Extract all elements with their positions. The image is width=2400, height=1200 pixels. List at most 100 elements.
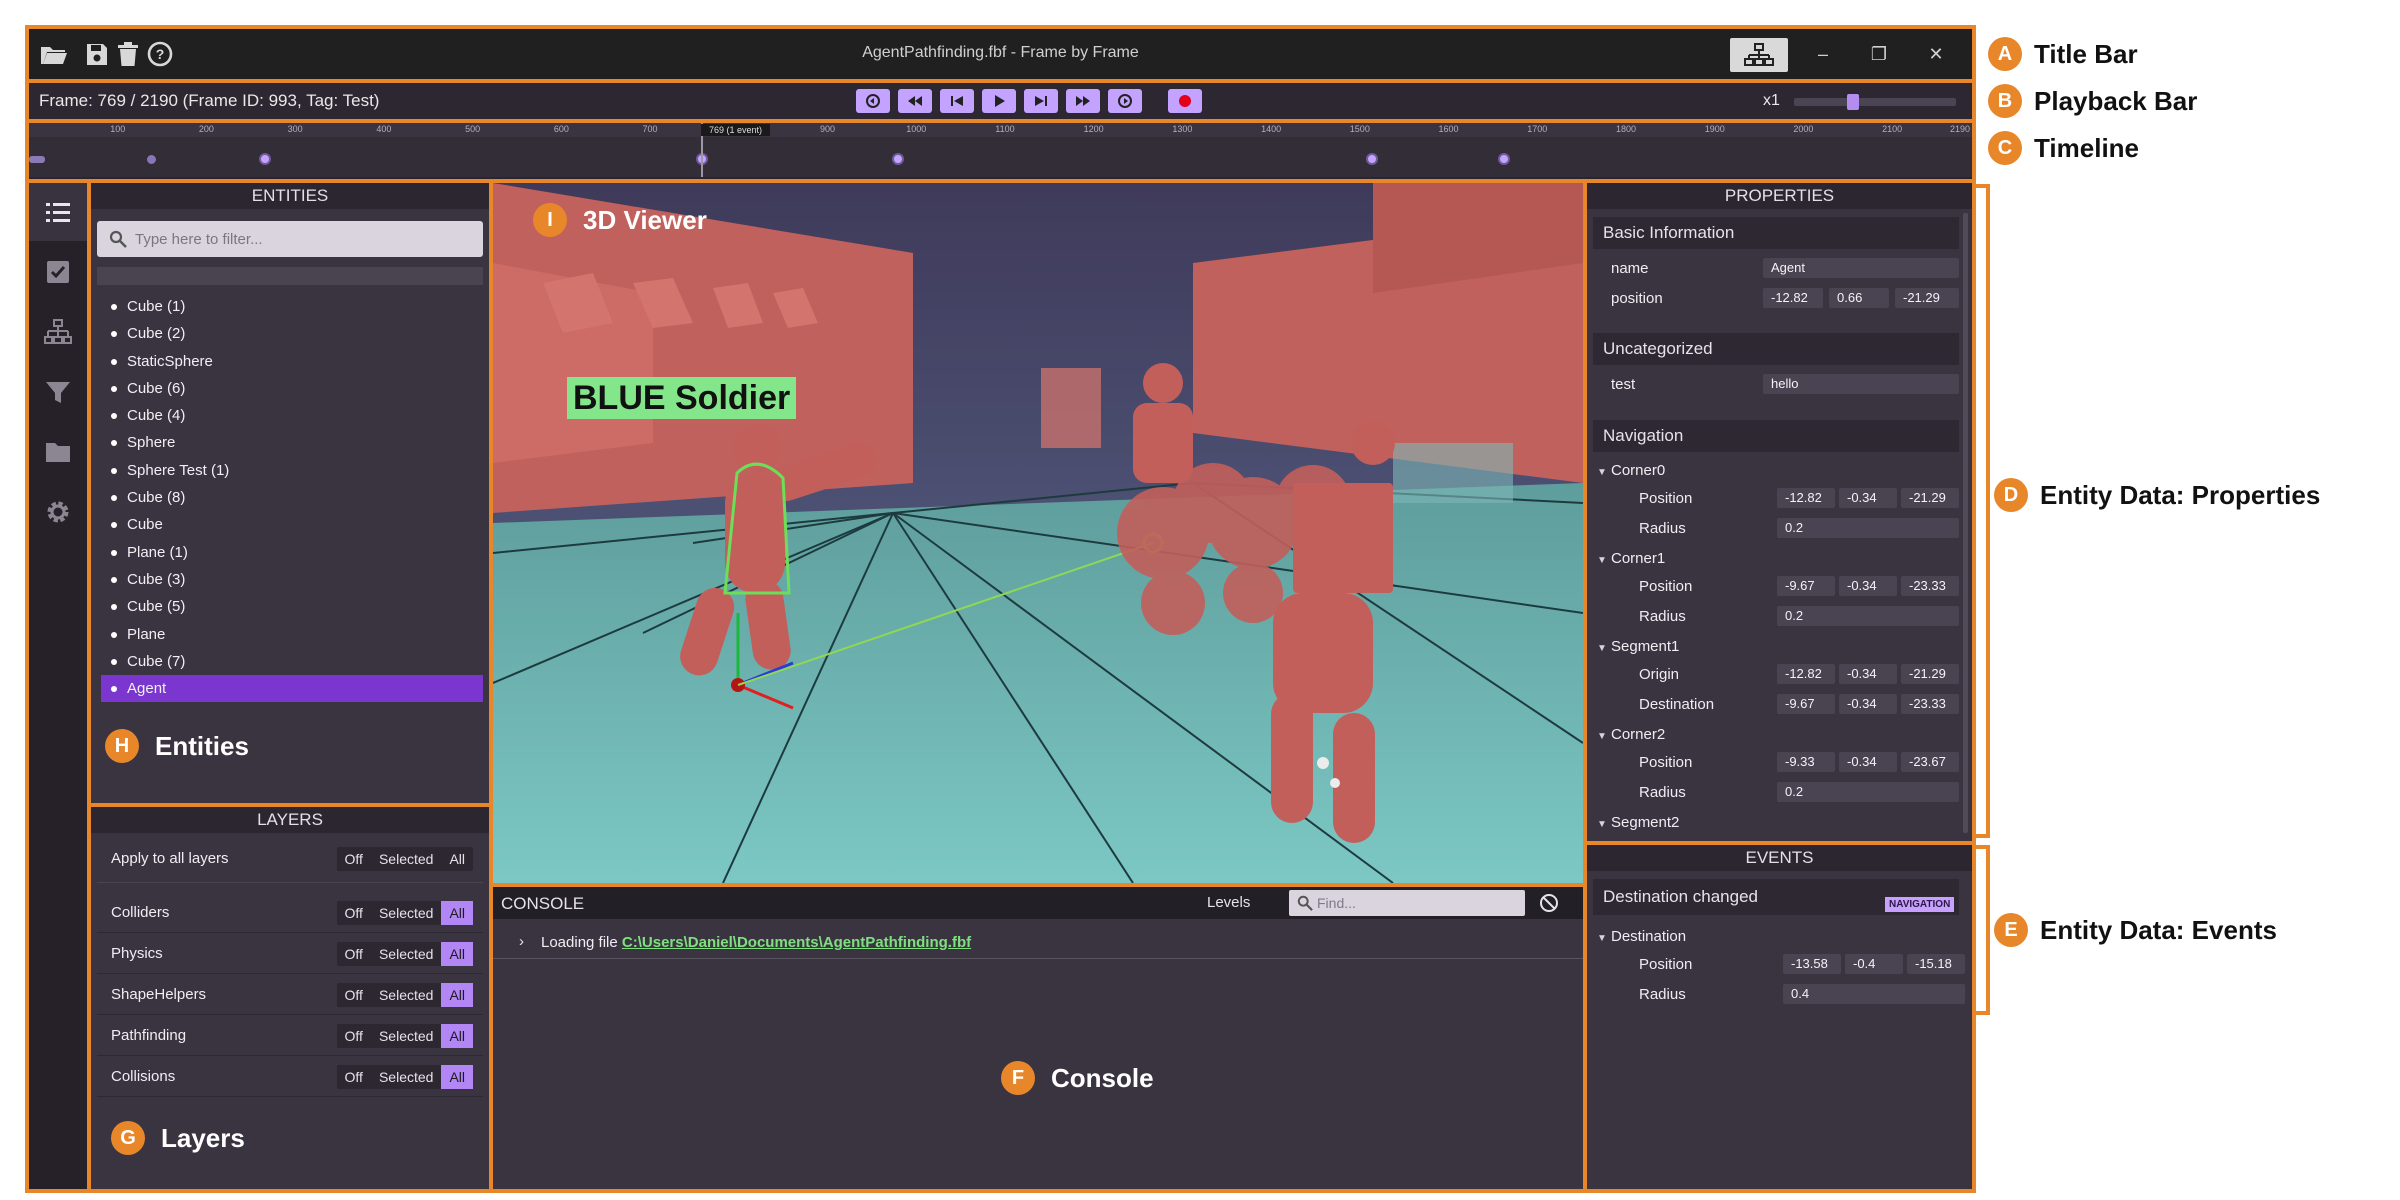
- off-option[interactable]: Off: [337, 847, 371, 871]
- console-line[interactable]: › Loading file C:\Users\Daniel\Documents…: [493, 927, 1583, 959]
- entity-list-item[interactable]: Agent: [101, 675, 483, 703]
- prop-value-z[interactable]: -21.29: [1901, 488, 1959, 508]
- prop-value-x[interactable]: -9.67: [1777, 576, 1835, 596]
- prop-value-z[interactable]: -21.29: [1901, 664, 1959, 684]
- entity-list-item[interactable]: Cube (3): [101, 566, 483, 593]
- section-basic-info[interactable]: Basic Information: [1593, 217, 1959, 249]
- entity-list-item[interactable]: Cube (4): [101, 402, 483, 429]
- hierarchy-icon[interactable]: [29, 303, 87, 361]
- 3d-viewer[interactable]: BLUE Soldier I 3D Viewer: [493, 183, 1583, 883]
- all-option[interactable]: All: [441, 847, 473, 871]
- selected-option[interactable]: Selected: [371, 901, 441, 925]
- entity-list-item[interactable]: Cube (1): [101, 293, 483, 320]
- prop-value[interactable]: 0.2: [1777, 782, 1959, 802]
- next-event-icon[interactable]: [1108, 89, 1142, 113]
- tree-node-corner0[interactable]: ▼ Corner0: [1593, 457, 1665, 485]
- prop-value-z[interactable]: -21.29: [1895, 288, 1959, 308]
- tree-node-segment1[interactable]: ▼ Segment1: [1593, 633, 1679, 661]
- all-option[interactable]: All: [441, 1024, 473, 1048]
- prop-value-x[interactable]: -12.82: [1777, 664, 1835, 684]
- section-uncategorized[interactable]: Uncategorized: [1593, 333, 1959, 365]
- prop-value-y[interactable]: -0.34: [1839, 694, 1897, 714]
- entity-list-item[interactable]: Sphere: [101, 429, 483, 456]
- restore-icon[interactable]: ❐: [1867, 42, 1891, 66]
- off-option[interactable]: Off: [337, 1024, 371, 1048]
- 3d-scene[interactable]: [493, 183, 1583, 883]
- prop-value-z[interactable]: -23.33: [1901, 576, 1959, 596]
- tree-node-corner1[interactable]: ▼ Corner1: [1593, 545, 1665, 573]
- timeline-event-marker[interactable]: [259, 153, 271, 165]
- folder-icon[interactable]: [29, 423, 87, 481]
- settings-icon[interactable]: [29, 483, 87, 541]
- step-forward-icon[interactable]: [1024, 89, 1058, 113]
- prop-value-y[interactable]: -0.34: [1839, 576, 1897, 596]
- prop-value[interactable]: 0.2: [1777, 606, 1959, 626]
- console-find-input[interactable]: [1317, 890, 1517, 916]
- tree-node-destination[interactable]: ▼ Destination: [1593, 923, 1686, 951]
- off-option[interactable]: Off: [337, 1065, 371, 1089]
- timeline-event-marker[interactable]: [1366, 153, 1378, 165]
- tree-node-corner2[interactable]: ▼ Corner2: [1593, 721, 1665, 749]
- entity-filter[interactable]: [97, 221, 483, 257]
- entity-list-item[interactable]: Cube: [101, 511, 483, 538]
- step-back-icon[interactable]: [940, 89, 974, 113]
- speed-slider[interactable]: [1794, 94, 1956, 110]
- all-option[interactable]: All: [441, 983, 473, 1007]
- all-option[interactable]: All: [441, 942, 473, 966]
- entity-list-item[interactable]: Cube (5): [101, 593, 483, 620]
- selected-option[interactable]: Selected: [371, 1065, 441, 1089]
- rewind-icon[interactable]: [898, 89, 932, 113]
- close-icon[interactable]: ✕: [1924, 42, 1948, 66]
- selected-option[interactable]: Selected: [371, 1024, 441, 1048]
- record-icon[interactable]: [1168, 89, 1202, 113]
- prop-value-z[interactable]: -23.67: [1901, 752, 1959, 772]
- prop-value[interactable]: Agent: [1763, 258, 1959, 278]
- properties-scrollbar[interactable]: [1963, 213, 1968, 833]
- entity-list-item[interactable]: Plane (1): [101, 539, 483, 566]
- prop-value-y[interactable]: -0.34: [1839, 488, 1897, 508]
- prop-value-y[interactable]: -0.34: [1839, 664, 1897, 684]
- console-find[interactable]: [1289, 890, 1525, 916]
- prop-value-x[interactable]: -12.82: [1777, 488, 1835, 508]
- checklist-icon[interactable]: [29, 243, 87, 301]
- chevron-right-icon[interactable]: ›: [519, 933, 524, 950]
- entity-list-item[interactable]: Cube (7): [101, 648, 483, 675]
- prop-value-x[interactable]: -9.67: [1777, 694, 1835, 714]
- timeline-ruler[interactable]: 1002003004005006007008009001000110012001…: [29, 123, 1972, 137]
- speed-slider-thumb[interactable]: [1846, 94, 1859, 110]
- prop-value[interactable]: hello: [1763, 374, 1959, 394]
- entity-list-item[interactable]: Plane: [101, 621, 483, 648]
- off-option[interactable]: Off: [337, 942, 371, 966]
- console-file-link[interactable]: C:\Users\Daniel\Documents\AgentPathfindi…: [622, 934, 971, 951]
- tree-node-segment2[interactable]: ▼ Segment2: [1593, 809, 1679, 837]
- timeline-event-marker[interactable]: [1498, 153, 1510, 165]
- prop-value-y[interactable]: -0.4: [1845, 954, 1903, 974]
- timeline-event-marker[interactable]: [892, 153, 904, 165]
- prop-value-y[interactable]: 0.66: [1829, 288, 1889, 308]
- entity-list-icon[interactable]: [29, 183, 87, 241]
- selected-option[interactable]: Selected: [371, 847, 441, 871]
- caret-down-icon[interactable]: ▼: [1593, 811, 1611, 839]
- prop-value-z[interactable]: -15.18: [1907, 954, 1965, 974]
- off-option[interactable]: Off: [337, 901, 371, 925]
- all-option[interactable]: All: [441, 901, 473, 925]
- prop-value-y[interactable]: -0.34: [1839, 752, 1897, 772]
- prop-value-x[interactable]: -13.58: [1783, 954, 1841, 974]
- network-graph-icon[interactable]: [1730, 38, 1788, 72]
- prop-value-z[interactable]: -23.33: [1901, 694, 1959, 714]
- section-navigation[interactable]: Navigation: [1593, 420, 1959, 452]
- previous-event-icon[interactable]: [856, 89, 890, 113]
- entity-list-item[interactable]: Sphere Test (1): [101, 457, 483, 484]
- timeline[interactable]: 1002003004005006007008009001000110012001…: [29, 123, 1972, 177]
- entity-list-item[interactable]: Cube (6): [101, 375, 483, 402]
- prop-value-x[interactable]: -12.82: [1763, 288, 1823, 308]
- entity-list-item[interactable]: Cube (2): [101, 320, 483, 347]
- selected-option[interactable]: Selected: [371, 983, 441, 1007]
- entity-list-item[interactable]: StaticSphere: [101, 348, 483, 375]
- clear-console-icon[interactable]: [1539, 893, 1559, 913]
- entity-filter-input[interactable]: [135, 221, 475, 257]
- entity-list-item[interactable]: Cube (8): [101, 484, 483, 511]
- prop-value-x[interactable]: -9.33: [1777, 752, 1835, 772]
- off-option[interactable]: Off: [337, 983, 371, 1007]
- filter-icon[interactable]: [29, 363, 87, 421]
